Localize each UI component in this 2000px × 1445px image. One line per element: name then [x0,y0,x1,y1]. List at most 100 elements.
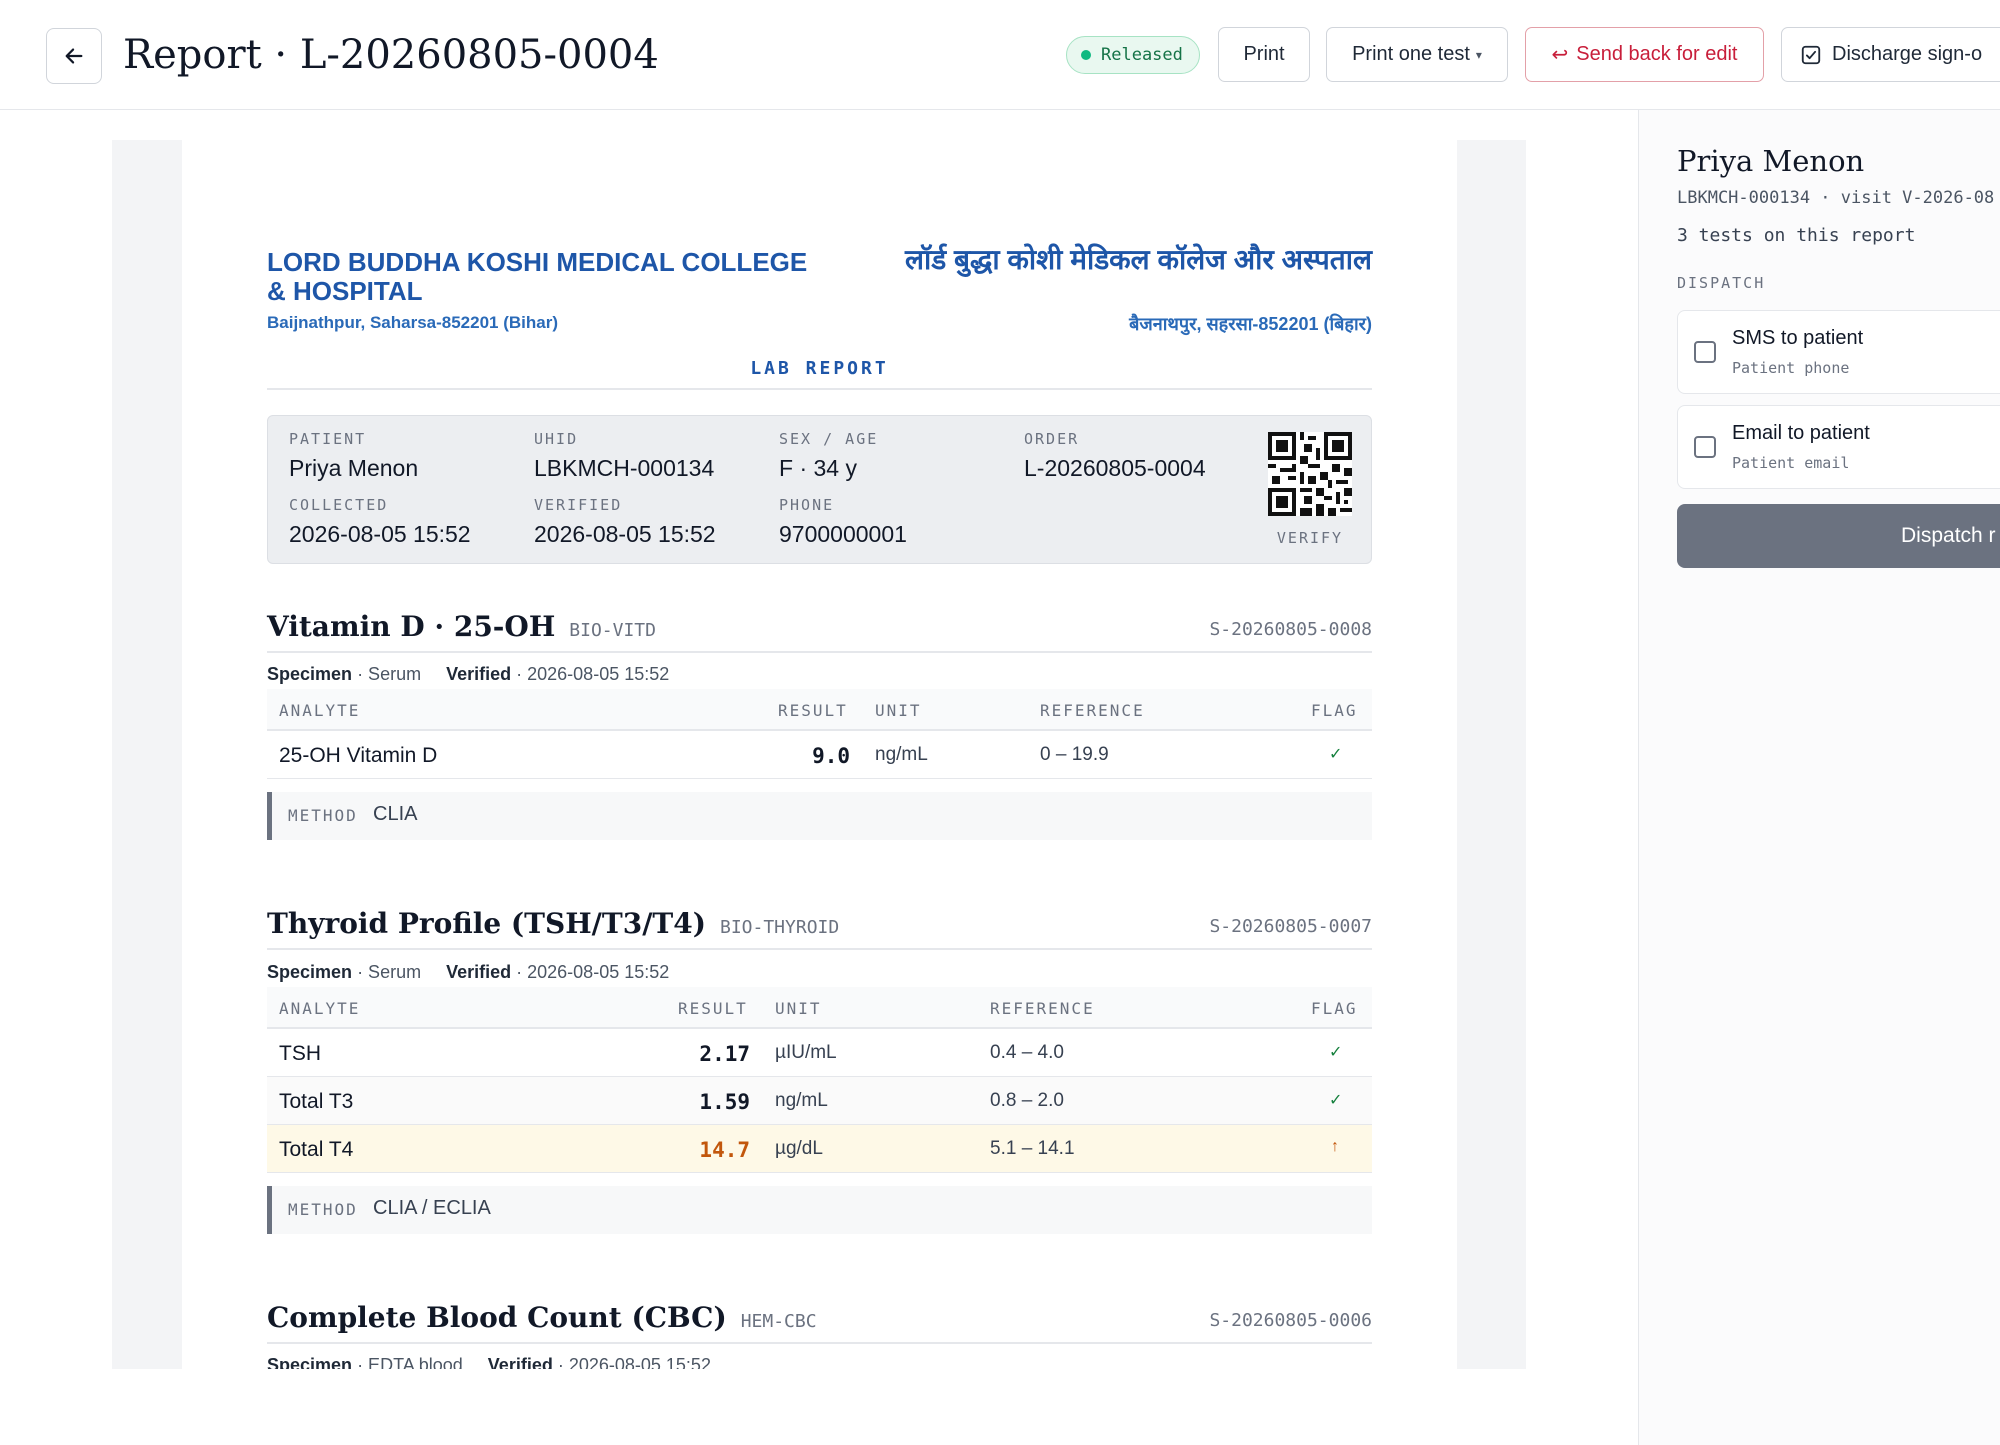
verified-label: Verified [487,1355,553,1369]
verified-label: Verified [446,962,512,982]
test-title: Vitamin D · 25-OH BIO-VITD [267,610,656,648]
field-value: 9700000001 [779,521,907,547]
unit-value: ng/mL [875,744,928,765]
unit-value: µIU/mL [775,1042,837,1063]
hospital-name-en: LORD BUDDHA KOSHI MEDICAL COLLEGE & HOSP… [267,247,808,306]
option-label: SMS to patient [1732,327,1864,349]
field-collected: COLLECTED 2026-08-05 15:52 [289,496,471,548]
results-table: ANALYTE RESULT UNIT REFERENCE FLAG 25-OH… [267,689,1372,779]
reference-range: 5.1 – 14.1 [990,1138,1075,1159]
result-value: 2.17 [699,1042,750,1066]
specimen-label: Specimen [267,962,353,982]
top-bar: Report · L-20260805-0004 Released Print … [0,0,2000,110]
test-code: BIO-VITD [569,620,656,641]
section-label: DISPATCH [1677,274,1766,292]
unit-value: µg/dL [775,1138,823,1159]
send-back-button[interactable]: ↩ Send back for edit [1525,27,1764,82]
reference-range: 0.4 – 4.0 [990,1042,1064,1063]
table-row: Total T3 1.59 ng/mL 0.8 – 2.0 ✓ [267,1077,1372,1125]
print-one-label: Print one test [1352,43,1470,65]
column-reference: REFERENCE [1040,701,1145,720]
dispatch-option-email[interactable]: Email to patient Patient email [1677,405,2000,489]
sample-id: S-20260805-0008 [1209,619,1372,640]
report-preview-area[interactable]: LORD BUDDHA KOSHI MEDICAL COLLEGE & HOSP… [112,140,1526,1369]
column-reference: REFERENCE [990,999,1095,1018]
option-sub: Patient phone [1732,359,1850,377]
field-label: PHONE [779,496,835,514]
dispatch-label: Dispatch r [1901,524,1996,547]
field-sex-age: SEX / AGE F · 34 y [779,430,878,482]
verified-value: · 2026-08-05 15:52 [516,962,670,982]
method-label: METHOD [288,1200,358,1219]
undo-arrow-icon: ↩ [1551,44,1569,66]
print-button[interactable]: Print [1218,27,1310,82]
status-badge: Released [1066,36,1200,74]
specimen-line: Specimen · EDTA blood Verified · 2026-08… [267,1355,711,1369]
field-uhid: UHID LBKMCH-000134 [534,430,714,482]
field-label: ORDER [1024,430,1080,448]
test-divider [267,948,1372,950]
report-paper: LORD BUDDHA KOSHI MEDICAL COLLEGE & HOSP… [182,140,1457,1369]
patient-ids: LBKMCH-000134 · visit V-2026-08 [1677,188,1995,208]
discharge-signoff-button[interactable]: Discharge sign-o [1781,27,2000,82]
check-icon: ✓ [1329,1092,1343,1109]
checkbox-icon [1801,45,1821,64]
table-header: ANALYTE RESULT UNIT REFERENCE FLAG [267,689,1372,731]
method-value: CLIA [373,803,418,825]
report-heading: LAB REPORT [750,358,889,379]
table-row: TSH 2.17 µIU/mL 0.4 – 4.0 ✓ [267,1029,1372,1077]
field-label: COLLECTED [289,496,389,514]
status-label: Released [1101,45,1183,65]
method-note: METHOD CLIA / ECLIA [267,1186,1372,1234]
test-divider [267,1342,1372,1344]
method-label: METHOD [288,806,358,825]
print-label: Print [1243,43,1285,65]
specimen-label: Specimen [267,1355,353,1369]
field-label: SEX / AGE [779,430,879,448]
reference-range: 0 – 19.9 [1040,744,1109,765]
column-flag: FLAG [1311,999,1358,1018]
test-name: Thyroid Profile (TSH/T3/T4) [267,907,706,940]
test-name: Vitamin D · 25-OH [267,610,556,643]
column-result: RESULT [778,701,848,720]
dispatch-button[interactable]: Dispatch r [1677,504,2000,568]
column-analyte: ANALYTE [279,701,361,720]
unit-value: ng/mL [775,1090,828,1111]
field-value: 2026-08-05 15:52 [534,521,716,547]
column-unit: UNIT [775,999,822,1018]
table-row-abnormal: Total T4 14.7 µg/dL 5.1 – 14.1 ↑ [267,1125,1372,1173]
result-value: 14.7 [699,1138,750,1162]
print-one-test-button[interactable]: Print one test ▾ [1326,27,1508,82]
field-order: ORDER L-20260805-0004 [1024,430,1206,482]
patient-name: Priya Menon [1677,144,1865,178]
hospital-name-hi: लॉर्ड बुद्धा कोशी मेडिकल कॉलेज और अस्पता… [904,244,1372,275]
arrow-up-icon: ↑ [1331,1138,1339,1155]
field-label: PATIENT [289,430,367,448]
specimen-value: · Serum [357,962,422,982]
table-header: ANALYTE RESULT UNIT REFERENCE FLAG [267,987,1372,1029]
test-code: HEM-CBC [740,1311,817,1332]
email-checkbox[interactable] [1694,436,1716,458]
check-icon: ✓ [1329,1044,1343,1061]
page-title: Report · L-20260805-0004 [123,32,659,78]
hospital-address-en: Baijnathpur, Saharsa-852201 (Bihar) [267,313,559,332]
dispatch-option-sms[interactable]: SMS to patient Patient phone [1677,310,2000,394]
status-dot-icon [1081,50,1091,60]
dispatch-panel: Priya Menon LBKMCH-000134 · visit V-2026… [1638,110,2000,1445]
back-arrow-icon [65,48,83,64]
specimen-value: · EDTA blood [357,1355,463,1369]
field-patient: PATIENT Priya Menon [289,430,418,482]
field-value: 2026-08-05 15:52 [289,521,471,547]
discharge-label: Discharge sign-o [1832,43,1983,65]
test-name: Complete Blood Count (CBC) [267,1301,727,1334]
verified-label: Verified [446,664,512,684]
analyte-name: Total T3 [279,1090,354,1113]
column-flag: FLAG [1311,701,1358,720]
sms-checkbox[interactable] [1694,341,1716,363]
field-verified: VERIFIED 2026-08-05 15:52 [534,496,716,548]
send-back-label: Send back for edit [1576,43,1738,65]
method-note: METHOD CLIA [267,792,1372,840]
option-label: Email to patient [1732,422,1870,444]
test-count: 3 tests on this report [1677,225,1916,246]
back-button[interactable] [46,28,102,84]
